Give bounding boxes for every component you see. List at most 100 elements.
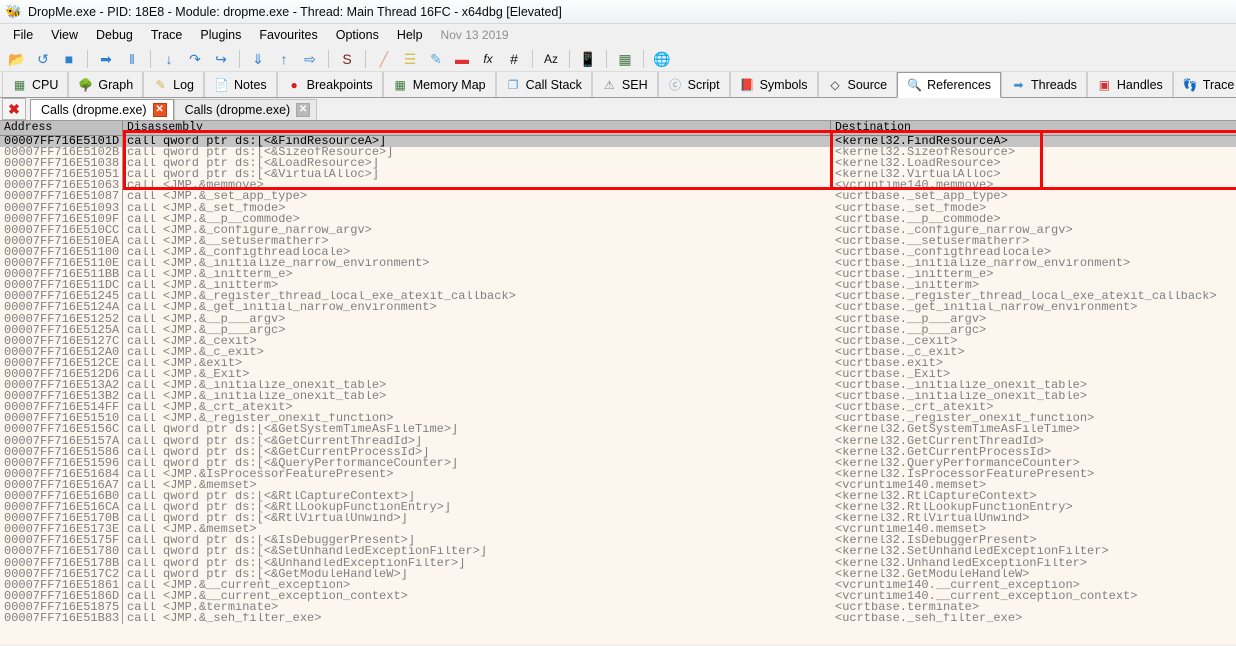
scylla-button[interactable]: S bbox=[335, 47, 359, 71]
tab-references[interactable]: 🔍 References bbox=[897, 72, 1002, 98]
cell-destination: <kernel32.GetCurrentProcessId> bbox=[835, 446, 1052, 458]
table-row[interactable]: 00007FF716E5109F call <JMP.&__p__commode>… bbox=[0, 213, 1236, 225]
table-row[interactable]: 00007FF716E511BB call <JMP.&_initterm_e> <… bbox=[0, 269, 1236, 281]
table-row[interactable]: 00007FF716E51252 call <JMP.&__p___argv> <u… bbox=[0, 313, 1236, 325]
stop-button[interactable]: ■ bbox=[57, 47, 81, 71]
tab-script[interactable]: ⓒ Script bbox=[657, 72, 730, 97]
tab-graph[interactable]: 🌳 Graph bbox=[68, 72, 144, 97]
table-row[interactable]: 00007FF716E517C2 call qword ptr ds:[<&Get… bbox=[0, 568, 1236, 580]
patch-button[interactable]: ╱ bbox=[372, 47, 396, 71]
step-out-button[interactable]: ↪ bbox=[209, 47, 233, 71]
tab-notes[interactable]: 📄 Notes bbox=[204, 72, 277, 97]
column-header-destination[interactable]: Destination bbox=[831, 121, 1236, 135]
hash-button[interactable]: # bbox=[502, 47, 526, 71]
comment-button[interactable]: ✎ bbox=[424, 47, 448, 71]
table-row[interactable]: 00007FF716E5102B call qword ptr ds:[<&Siz… bbox=[0, 147, 1236, 159]
table-row[interactable]: 00007FF716E5186D call <JMP.&__current_exc… bbox=[0, 590, 1236, 602]
open-button[interactable]: 📂 bbox=[5, 47, 29, 71]
table-row[interactable]: 00007FF716E5110E call <JMP.&_initialize_n… bbox=[0, 258, 1236, 270]
menu-item-help[interactable]: Help bbox=[388, 26, 432, 44]
close-icon[interactable]: ✕ bbox=[152, 102, 167, 117]
table-row[interactable]: 00007FF716E5170B call qword ptr ds:[<&Rtl… bbox=[0, 513, 1236, 525]
tab-log[interactable]: ✎ Log bbox=[143, 72, 205, 97]
restart-button[interactable]: ↺ bbox=[31, 47, 55, 71]
table-row[interactable]: 00007FF716E5173E call <JMP.&memset> <vcrun… bbox=[0, 524, 1236, 536]
table-row[interactable]: 00007FF716E510CC call <JMP.&_configure_na… bbox=[0, 224, 1236, 236]
table-row[interactable]: 00007FF716E513A2 call <JMP.&_initialize_o… bbox=[0, 380, 1236, 392]
source-icon: ◇ bbox=[830, 77, 840, 92]
menu-item-options[interactable]: Options bbox=[327, 26, 388, 44]
table-row[interactable]: 00007FF716E5157A call qword ptr ds:[<&Get… bbox=[0, 435, 1236, 447]
tab-call-stack[interactable]: ❐ Call Stack bbox=[495, 72, 592, 97]
table-row[interactable]: 00007FF716E511DC call <JMP.&_initterm> <uc… bbox=[0, 280, 1236, 292]
menu-item-trace[interactable]: Trace bbox=[142, 26, 192, 44]
table-row[interactable]: 00007FF716E51038 call qword ptr ds:[<&Loa… bbox=[0, 158, 1236, 170]
sub-tab-calls-2[interactable]: Calls (dropme.exe) ✕ bbox=[173, 98, 318, 120]
tab-threads[interactable]: ➡ Threads bbox=[1001, 72, 1087, 97]
table-row[interactable]: 00007FF716E516B0 call qword ptr ds:[<&Rtl… bbox=[0, 491, 1236, 503]
table-row[interactable]: 00007FF716E5101D call qword ptr ds:[<&Fin… bbox=[0, 136, 1236, 148]
tab-seh[interactable]: ⚠ SEH bbox=[591, 72, 658, 97]
function-button[interactable]: fx bbox=[476, 47, 500, 71]
close-icon[interactable]: ✕ bbox=[296, 102, 311, 117]
attach-button[interactable]: 📱 bbox=[576, 47, 600, 71]
table-row[interactable]: 00007FF716E51B83 call <JMP.&_seh_filter_e… bbox=[0, 613, 1236, 625]
tab-memory-map[interactable]: ▦ Memory Map bbox=[382, 72, 496, 97]
menu-item-plugins[interactable]: Plugins bbox=[191, 26, 250, 44]
label-button[interactable]: Az bbox=[539, 47, 563, 71]
table-row[interactable]: 00007FF716E516A7 call <JMP.&memset> <vcrun… bbox=[0, 479, 1236, 491]
table-row[interactable]: 00007FF716E512D6 call <JMP.&_Exit> <ucrtba… bbox=[0, 368, 1236, 381]
menu-item-debug[interactable]: Debug bbox=[87, 26, 142, 44]
table-row[interactable]: 00007FF716E514FF call <JMP.&_crt_atexit> <… bbox=[0, 402, 1236, 414]
run-to-button[interactable]: ⇓ bbox=[246, 47, 270, 71]
bookmark-button[interactable]: ▬ bbox=[450, 47, 474, 71]
table-row[interactable]: 00007FF716E5127C call <JMP.&_cexit> <ucrtb… bbox=[0, 335, 1236, 347]
tab-source[interactable]: ◇ Source bbox=[817, 72, 898, 97]
table-row[interactable]: 00007FF716E51051 call qword ptr ds:[<&Vir… bbox=[0, 169, 1236, 181]
table-row[interactable]: 00007FF716E51100 call <JMP.&_configthread… bbox=[0, 246, 1236, 259]
table-row[interactable]: 00007FF716E51586 call qword ptr ds:[<&Get… bbox=[0, 446, 1236, 458]
globe-button[interactable]: 🌐 bbox=[650, 47, 674, 71]
pause-button[interactable]: ‖ bbox=[120, 47, 144, 71]
table-row[interactable]: 00007FF716E513B2 call <JMP.&_initialize_o… bbox=[0, 391, 1236, 403]
log-window-button[interactable]: ☰ bbox=[398, 47, 422, 71]
cell-disassembly: call qword ptr ds:[<&QueryPerformanceCou… bbox=[127, 457, 459, 469]
close-all-tabs-button[interactable]: ✖ bbox=[2, 98, 26, 120]
menu-item-view[interactable]: View bbox=[42, 26, 87, 44]
table-row[interactable]: 00007FF716E51861 call <JMP.&__current_exc… bbox=[0, 579, 1236, 591]
table-row[interactable]: 00007FF716E51684 call <JMP.&IsProcessorFe… bbox=[0, 468, 1236, 480]
table-row[interactable]: 00007FF716E51087 call <JMP.&_set_app_type… bbox=[0, 191, 1236, 203]
execute-till-return-button[interactable]: ↑ bbox=[272, 47, 296, 71]
table-row[interactable]: 00007FF716E51596 call qword ptr ds:[<&Que… bbox=[0, 457, 1236, 469]
table-row[interactable]: 00007FF716E51510 call <JMP.&_register_one… bbox=[0, 413, 1236, 425]
column-header-disassembly[interactable]: Disassembly bbox=[123, 121, 831, 135]
table-row[interactable]: 00007FF716E5156C call qword ptr ds:[<&Get… bbox=[0, 424, 1236, 436]
table-row[interactable]: 00007FF716E510EA call <JMP.&__setusermath… bbox=[0, 235, 1236, 247]
table-row[interactable]: 00007FF716E51875 call <JMP.&terminate> <uc… bbox=[0, 601, 1236, 614]
table-row[interactable]: 00007FF716E512A0 call <JMP.&_c_exit> <ucrt… bbox=[0, 346, 1236, 358]
table-row[interactable]: 00007FF716E5124A call <JMP.&_get_initial_… bbox=[0, 302, 1236, 314]
sub-tab-calls-1[interactable]: Calls (dropme.exe) ✕ bbox=[30, 98, 174, 120]
table-row[interactable]: 00007FF716E51245 call <JMP.&_register_thr… bbox=[0, 291, 1236, 303]
calculator-button[interactable]: ▦ bbox=[613, 47, 637, 71]
menu-item-favourites[interactable]: Favourites bbox=[250, 26, 326, 44]
table-row[interactable]: 00007FF716E51093 call <JMP.&_set_fmode> <u… bbox=[0, 202, 1236, 214]
tab-cpu[interactable]: ▦ CPU bbox=[2, 72, 69, 97]
tab-trace[interactable]: 👣 Trace bbox=[1172, 72, 1236, 97]
column-header-address[interactable]: Address bbox=[0, 121, 123, 135]
table-row[interactable]: 00007FF716E5125A call <JMP.&__p___argc> <u… bbox=[0, 324, 1236, 336]
run-to-user-code-button[interactable]: ⇨ bbox=[298, 47, 322, 71]
table-row[interactable]: 00007FF716E512CE call <JMP.&exit> <ucrtbas… bbox=[0, 357, 1236, 369]
table-row[interactable]: 00007FF716E51063 call <JMP.&memmove> <vcru… bbox=[0, 180, 1236, 192]
run-button[interactable]: ➡ bbox=[94, 47, 118, 71]
tab-symbols[interactable]: 📕 Symbols bbox=[729, 72, 818, 97]
step-over-button[interactable]: ↷ bbox=[183, 47, 207, 71]
step-into-button[interactable]: ↓ bbox=[157, 47, 181, 71]
table-row[interactable]: 00007FF716E51780 call qword ptr ds:[<&Set… bbox=[0, 546, 1236, 558]
tab-handles[interactable]: ▣ Handles bbox=[1086, 72, 1173, 97]
table-row[interactable]: 00007FF716E5175F call qword ptr ds:[<&IsD… bbox=[0, 535, 1236, 547]
tab-breakpoints[interactable]: ● Breakpoints bbox=[276, 72, 383, 97]
table-row[interactable]: 00007FF716E5178B call qword ptr ds:[<&Unh… bbox=[0, 557, 1236, 569]
table-row[interactable]: 00007FF716E516CA call qword ptr ds:[<&Rtl… bbox=[0, 502, 1236, 514]
menu-item-file[interactable]: File bbox=[4, 26, 42, 44]
